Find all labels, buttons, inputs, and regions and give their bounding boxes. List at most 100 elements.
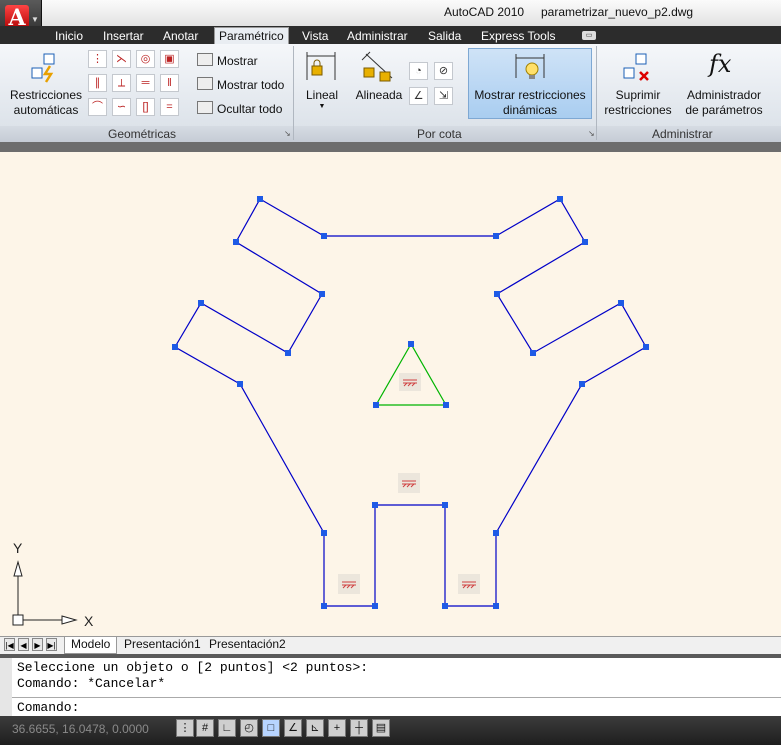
grip[interactable] bbox=[372, 502, 378, 508]
hide-all-button[interactable]: Ocultar todo bbox=[197, 101, 282, 116]
tab-anotar[interactable]: Anotar bbox=[163, 28, 198, 44]
show-all-button[interactable]: Mostrar todo bbox=[197, 77, 284, 92]
fix-lock-icon[interactable]: ▣ bbox=[160, 50, 179, 68]
chevron-down-icon: ▼ bbox=[31, 15, 39, 24]
layout-tab-presentacion2[interactable]: Presentación2 bbox=[209, 637, 286, 651]
grip[interactable] bbox=[443, 402, 449, 408]
dynamic-input-icon[interactable]: + bbox=[328, 719, 346, 737]
grip[interactable] bbox=[494, 291, 500, 297]
grip[interactable] bbox=[319, 291, 325, 297]
command-divider bbox=[12, 697, 781, 698]
tab-parametrico[interactable]: Paramétrico bbox=[214, 27, 289, 45]
tab-salida[interactable]: Salida bbox=[428, 28, 461, 44]
linear-button[interactable]: Lineal ▼ bbox=[300, 88, 344, 111]
tab-vista[interactable]: Vista bbox=[302, 28, 328, 44]
outer-profile[interactable] bbox=[174, 198, 647, 607]
show-dynamic-constraints-button[interactable]: Mostrar restricciones dinámicas bbox=[468, 48, 592, 119]
tab-inicio[interactable]: Inicio bbox=[55, 28, 83, 44]
radius-icon[interactable]: ◔ bbox=[409, 62, 428, 80]
cursor-coordinates[interactable]: 36.6655, 16.0478, 0.0000 bbox=[12, 722, 149, 736]
perpendicular-icon[interactable]: ⟂ bbox=[112, 74, 131, 92]
grip[interactable] bbox=[530, 350, 536, 356]
horizontal-constraint-icon[interactable] bbox=[398, 473, 420, 493]
horizontal-icon[interactable]: ═ bbox=[136, 74, 155, 92]
last-layout-icon[interactable]: ▶| bbox=[46, 638, 57, 651]
grip[interactable] bbox=[321, 603, 327, 609]
grip[interactable] bbox=[442, 502, 448, 508]
grid-icon[interactable]: # bbox=[196, 719, 214, 737]
grip[interactable] bbox=[582, 239, 588, 245]
panel-launcher-icon[interactable]: ↘ bbox=[284, 129, 291, 138]
auto-constrain-label-1: Restricciones bbox=[9, 88, 83, 102]
grip[interactable] bbox=[493, 603, 499, 609]
polar-icon[interactable]: ◴ bbox=[240, 719, 258, 737]
drawing-svg[interactable]: Y X bbox=[0, 152, 781, 636]
next-layout-icon[interactable]: ▶ bbox=[32, 638, 43, 651]
grip[interactable] bbox=[493, 233, 499, 239]
grip[interactable] bbox=[579, 381, 585, 387]
otrack-icon[interactable]: ∠ bbox=[284, 719, 302, 737]
show-all-label: Mostrar todo bbox=[217, 78, 285, 92]
ribbon-minimize-toggle[interactable]: ▭ bbox=[582, 31, 596, 40]
grip[interactable] bbox=[618, 300, 624, 306]
panel-launcher-icon[interactable]: ↘ bbox=[588, 129, 595, 138]
parameters-manager-button[interactable]: Administrador de parámetros bbox=[680, 88, 768, 118]
osnap-icon[interactable]: □ bbox=[262, 719, 280, 737]
collinear-icon[interactable]: ⋋ bbox=[112, 50, 131, 68]
chevron-down-icon: ▼ bbox=[318, 103, 326, 110]
quick-properties-icon[interactable]: ▤ bbox=[372, 719, 390, 737]
show-all-icon bbox=[197, 77, 213, 90]
angular-icon[interactable]: ∠ bbox=[409, 87, 428, 105]
tab-insertar[interactable]: Insertar bbox=[103, 28, 144, 44]
dynamic-ucs-icon[interactable]: ⊾ bbox=[306, 719, 324, 737]
show-icon bbox=[197, 53, 213, 66]
delete-constraints-button[interactable]: Suprimir restricciones bbox=[602, 88, 674, 118]
grip[interactable] bbox=[321, 530, 327, 536]
horizontal-constraint-icon[interactable] bbox=[338, 574, 360, 594]
horizontal-constraint-icon[interactable] bbox=[458, 574, 480, 594]
convert-icon[interactable]: ⇲ bbox=[434, 87, 453, 105]
grip[interactable] bbox=[643, 344, 649, 350]
grip[interactable] bbox=[237, 381, 243, 387]
grip[interactable] bbox=[257, 196, 263, 202]
tab-administrar[interactable]: Administrar bbox=[347, 28, 408, 44]
vertical-icon[interactable]: ‖ bbox=[160, 74, 179, 92]
grip[interactable] bbox=[557, 196, 563, 202]
infer-constraints-icon[interactable]: ⋮ bbox=[176, 719, 194, 737]
drawing-canvas[interactable]: Y X bbox=[0, 152, 781, 636]
show-constraints-button[interactable]: Mostrar bbox=[197, 53, 258, 68]
parameters-manager-label-1: Administrador bbox=[686, 88, 762, 102]
diameter-icon[interactable]: ⊘ bbox=[434, 62, 453, 80]
lineweight-icon[interactable]: ┼ bbox=[350, 719, 368, 737]
tangent-icon[interactable]: ⌒ bbox=[88, 98, 107, 116]
grip[interactable] bbox=[321, 233, 327, 239]
coincident-icon[interactable]: ⋮ bbox=[88, 50, 107, 68]
grip[interactable] bbox=[442, 603, 448, 609]
layout-tab-modelo[interactable]: Modelo bbox=[64, 637, 118, 654]
symmetric-icon[interactable]: [] bbox=[136, 98, 155, 116]
layout-tab-presentacion1[interactable]: Presentación1 bbox=[124, 637, 201, 651]
equal-icon[interactable]: = bbox=[160, 98, 179, 116]
app-title: AutoCAD 2010 bbox=[444, 5, 525, 19]
horizontal-constraint-icon[interactable] bbox=[399, 373, 421, 391]
grip[interactable] bbox=[233, 239, 239, 245]
command-prompt[interactable]: Comando: bbox=[17, 700, 79, 715]
first-layout-icon[interactable]: |◀ bbox=[4, 638, 15, 651]
grip[interactable] bbox=[408, 341, 414, 347]
ortho-icon[interactable]: ∟ bbox=[218, 719, 236, 737]
grip[interactable] bbox=[285, 350, 291, 356]
concentric-icon[interactable]: ◎ bbox=[136, 50, 155, 68]
parallel-icon[interactable]: ∥ bbox=[88, 74, 107, 92]
auto-constrain-button[interactable]: Restricciones automáticas bbox=[6, 88, 86, 118]
smooth-icon[interactable]: ∽ bbox=[112, 98, 131, 116]
prev-layout-icon[interactable]: ◀ bbox=[18, 638, 29, 651]
show-label: Mostrar bbox=[217, 54, 258, 68]
tab-express-tools[interactable]: Express Tools bbox=[481, 28, 555, 44]
grip[interactable] bbox=[373, 402, 379, 408]
aligned-button[interactable]: Alineada bbox=[352, 88, 406, 103]
grip[interactable] bbox=[493, 530, 499, 536]
delete-constraints-label-1: Suprimir bbox=[615, 88, 661, 102]
grip[interactable] bbox=[372, 603, 378, 609]
grip[interactable] bbox=[198, 300, 204, 306]
grip[interactable] bbox=[172, 344, 178, 350]
